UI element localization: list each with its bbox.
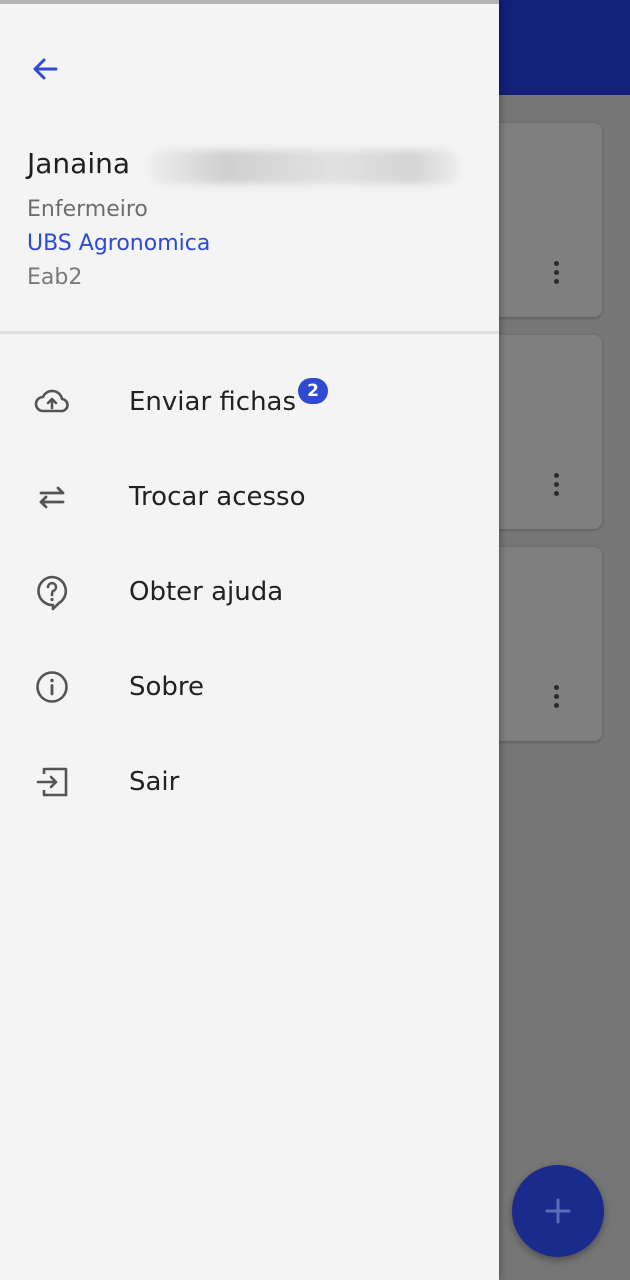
logout-icon xyxy=(32,762,72,802)
menu-item-label: Trocar acesso xyxy=(129,481,306,512)
more-vertical-icon[interactable] xyxy=(550,473,562,497)
drawer-menu: Enviar fichas 2 Trocar acesso Obter ajud… xyxy=(0,354,499,829)
more-vertical-icon[interactable] xyxy=(550,261,562,285)
info-circle-icon xyxy=(32,667,72,707)
menu-item-trocar-acesso[interactable]: Trocar acesso xyxy=(0,449,499,544)
more-vertical-icon[interactable] xyxy=(550,685,562,709)
menu-item-enviar-fichas[interactable]: Enviar fichas 2 xyxy=(0,354,499,449)
divider xyxy=(0,331,499,334)
swap-arrows-icon xyxy=(32,477,72,517)
pending-count-badge: 2 xyxy=(298,377,329,404)
user-name: Janaina xyxy=(27,147,131,180)
add-fab-button[interactable] xyxy=(512,1165,604,1257)
menu-item-label: Obter ajuda xyxy=(129,576,284,607)
plus-icon xyxy=(545,1198,571,1224)
back-button[interactable] xyxy=(24,48,66,90)
menu-item-sobre[interactable]: Sobre xyxy=(0,639,499,734)
cloud-upload-icon xyxy=(32,382,72,422)
menu-item-label: Enviar fichas xyxy=(129,386,297,417)
user-unit: UBS Agronomica xyxy=(27,231,211,256)
user-team: Eab2 xyxy=(27,265,83,290)
menu-item-sair[interactable]: Sair xyxy=(0,734,499,829)
menu-item-obter-ajuda[interactable]: Obter ajuda xyxy=(0,544,499,639)
user-role: Enfermeiro xyxy=(27,197,148,222)
navigation-drawer: Janaina Enfermeiro UBS Agronomica Eab2 E… xyxy=(0,0,499,1280)
menu-item-label: Sair xyxy=(129,766,180,797)
redacted-surname xyxy=(148,150,460,184)
help-circle-icon xyxy=(32,572,72,612)
arrow-left-icon xyxy=(33,58,58,80)
menu-item-label: Sobre xyxy=(129,671,205,702)
app-screen: Janaina Enfermeiro UBS Agronomica Eab2 E… xyxy=(0,0,630,1280)
